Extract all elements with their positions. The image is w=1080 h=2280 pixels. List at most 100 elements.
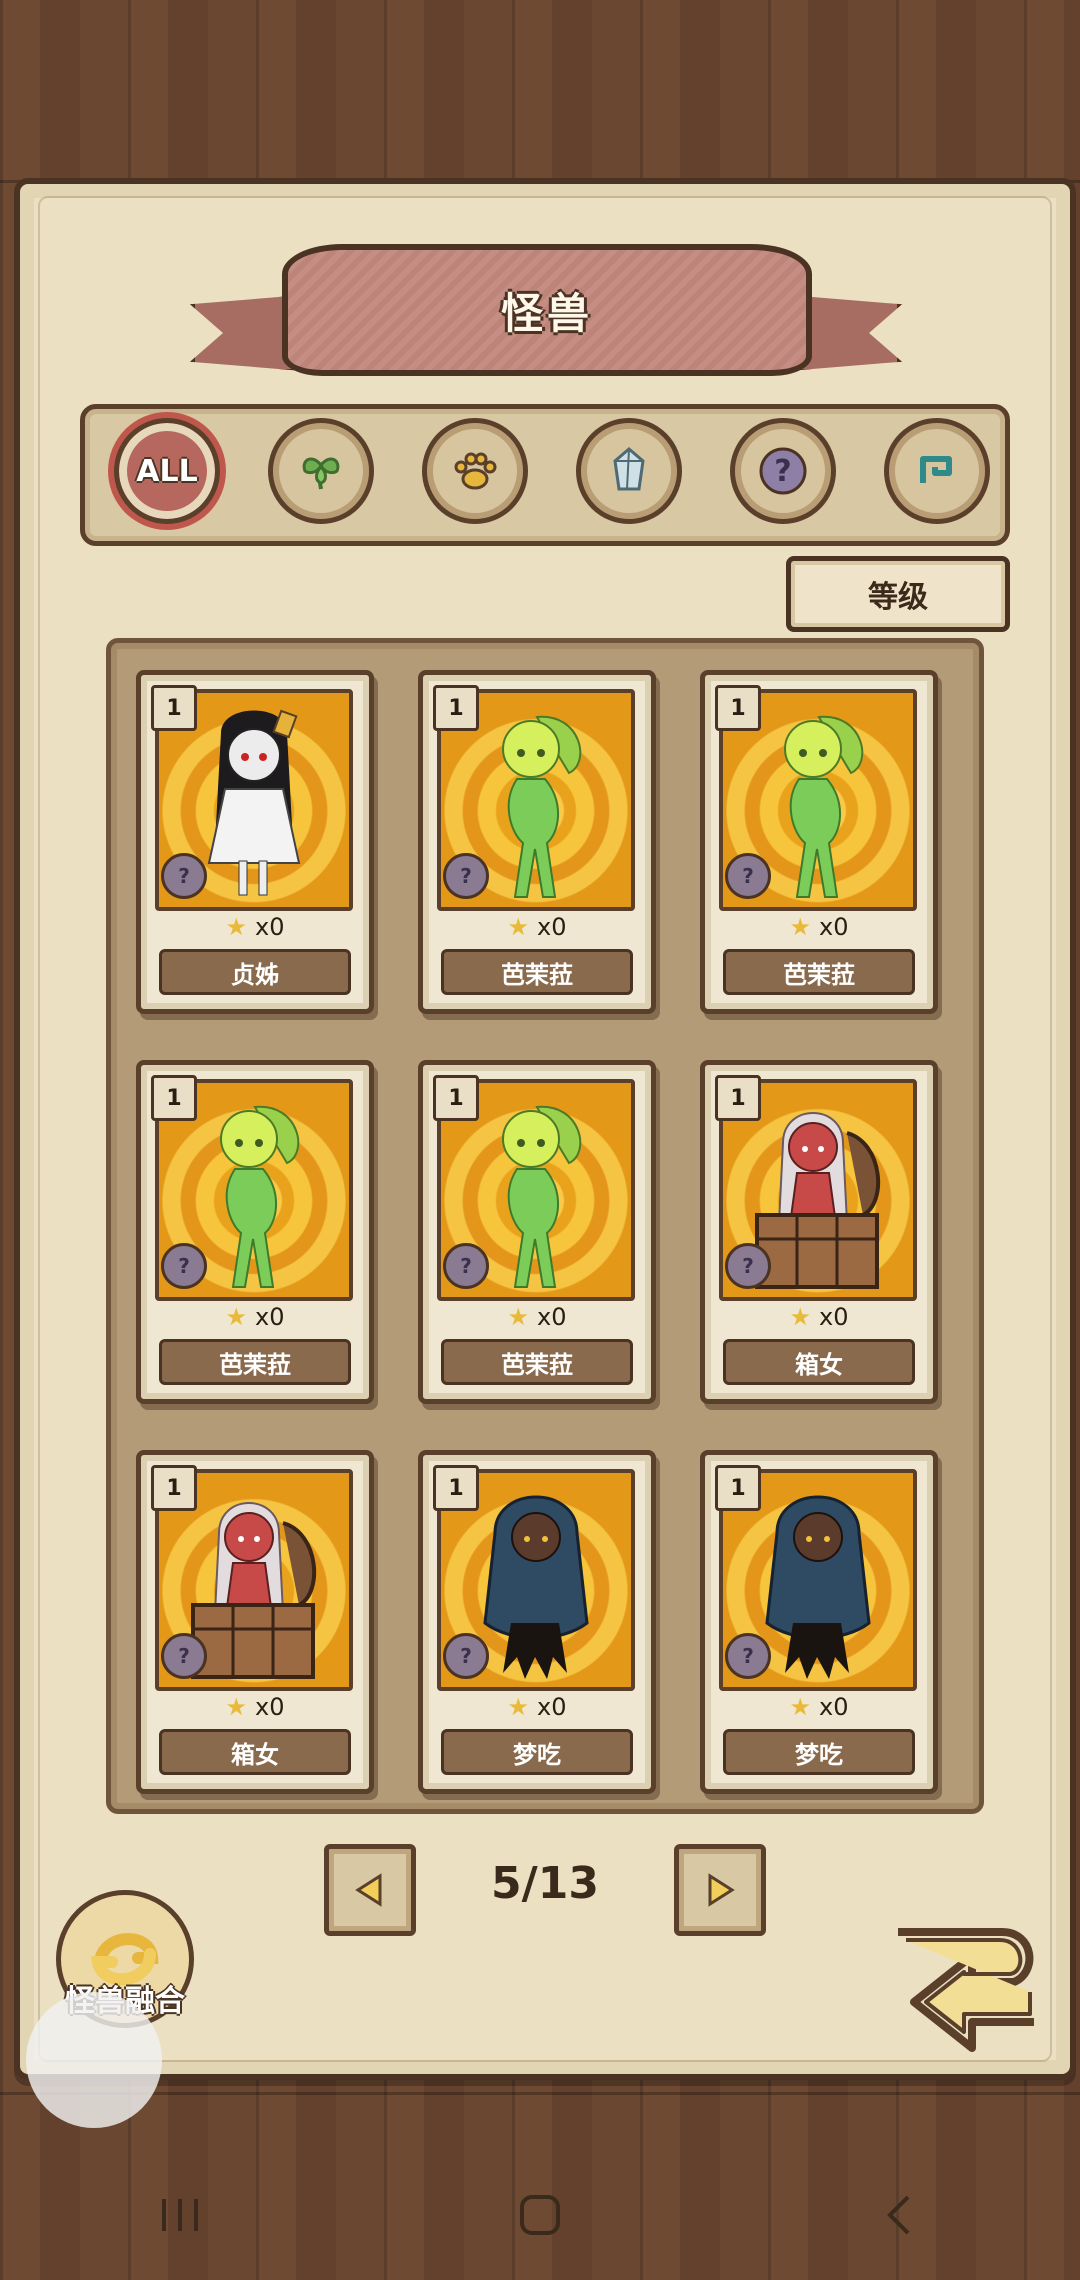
star-icon: ★: [507, 1303, 530, 1331]
star-count-value: x0: [537, 1693, 567, 1721]
filter-plant[interactable]: [268, 418, 374, 524]
back-chevron-icon: [887, 2195, 910, 2235]
filter-all[interactable]: ALL: [114, 418, 220, 524]
star-icon: ★: [225, 1303, 248, 1331]
star-count-value: x0: [537, 1303, 567, 1331]
unknown-icon: ?: [161, 1633, 207, 1679]
card-level: 1: [151, 685, 197, 731]
card-level: 1: [433, 1075, 479, 1121]
triangle-right-icon: [708, 1873, 735, 1907]
monster-name: 芭茉菈: [441, 949, 633, 995]
monster-card[interactable]: 1 ? ★ x0 芭茉菈: [136, 1060, 374, 1404]
card-level: 1: [715, 685, 761, 731]
filter-mystery[interactable]: ?: [730, 418, 836, 524]
svg-text:?: ?: [178, 1644, 190, 1668]
star-icon: ★: [789, 1303, 812, 1331]
star-count-value: x0: [255, 913, 285, 941]
unknown-icon: ?: [161, 1243, 207, 1289]
page-indicator: 5/13: [491, 1858, 599, 1909]
title-ribbon: 怪兽: [282, 244, 812, 376]
star-icon: ★: [507, 1693, 530, 1721]
card-level: 1: [715, 1075, 761, 1121]
star-icon: ★: [789, 1693, 812, 1721]
card-level: 1: [151, 1075, 197, 1121]
svg-text:?: ?: [178, 1254, 190, 1278]
star-icon: ★: [507, 913, 530, 941]
unknown-icon: ?: [443, 853, 489, 899]
monster-card[interactable]: 1 ? ★ x0 芭茉菈: [418, 1060, 656, 1404]
back-button[interactable]: [884, 1912, 1052, 2062]
plank-divider: [0, 2092, 1080, 2095]
svg-text:?: ?: [742, 1254, 754, 1278]
filter-special[interactable]: [884, 418, 990, 524]
svg-text:?: ?: [774, 454, 791, 489]
prev-page-button[interactable]: [324, 1844, 416, 1936]
star-count-value: x0: [255, 1693, 285, 1721]
svg-text:?: ?: [460, 864, 472, 888]
monster-name: 芭茉菈: [723, 949, 915, 995]
unknown-icon: ?: [725, 1633, 771, 1679]
star-count-value: x0: [819, 1303, 849, 1331]
monster-name: 贞姊: [159, 949, 351, 995]
monster-name: 芭茉菈: [441, 1339, 633, 1385]
unknown-icon: ?: [161, 853, 207, 899]
monster-card[interactable]: 1 ? ★ x0 箱女: [700, 1060, 938, 1404]
nav-back-button[interactable]: [860, 2175, 940, 2255]
crystal-icon: [613, 447, 645, 491]
filter-mineral[interactable]: [576, 418, 682, 524]
question-icon: ?: [759, 447, 807, 495]
star-icon: ★: [225, 1693, 248, 1721]
recents-icon: [162, 2199, 198, 2231]
star-icon: ★: [789, 913, 812, 941]
next-page-button[interactable]: [674, 1844, 766, 1936]
card-level: 1: [433, 1465, 479, 1511]
star-count-value: x0: [255, 1303, 285, 1331]
nav-recents-button[interactable]: [140, 2175, 220, 2255]
star-icon: ★: [225, 913, 248, 941]
page-title: 怪兽: [500, 288, 593, 338]
star-count-value: x0: [819, 1693, 849, 1721]
star-count: ★ x0: [423, 1691, 651, 1723]
card-level: 1: [433, 685, 479, 731]
star-count: ★ x0: [423, 911, 651, 943]
monster-card[interactable]: 1 ? ★ x0 梦吃: [700, 1450, 938, 1794]
star-count: ★ x0: [141, 1301, 369, 1333]
svg-text:?: ?: [460, 1644, 472, 1668]
sort-label: 等级: [868, 580, 928, 615]
swirl-icon: [920, 456, 952, 483]
sort-button[interactable]: 等级: [786, 556, 1010, 632]
unknown-icon: ?: [443, 1633, 489, 1679]
all-badge-icon: ALL: [136, 453, 198, 489]
monster-name: 箱女: [159, 1729, 351, 1775]
assistive-touch-bubble[interactable]: [26, 1992, 162, 2128]
filter-beast[interactable]: [422, 418, 528, 524]
unknown-icon: ?: [443, 1243, 489, 1289]
return-arrow-icon: [898, 1928, 1034, 2052]
monster-card[interactable]: 1 ? ★ x0 箱女: [136, 1450, 374, 1794]
unknown-icon: ?: [725, 1243, 771, 1289]
star-count: ★ x0: [141, 1691, 369, 1723]
monster-card[interactable]: 1 ? ★ x0 芭茉菈: [700, 670, 938, 1014]
monster-card[interactable]: 1 ? ★ x0 贞姊: [136, 670, 374, 1014]
svg-text:?: ?: [742, 864, 754, 888]
nav-home-button[interactable]: [500, 2175, 580, 2255]
star-count-value: x0: [537, 913, 567, 941]
star-count: ★ x0: [705, 911, 933, 943]
monster-name: 梦吃: [723, 1729, 915, 1775]
card-level: 1: [715, 1465, 761, 1511]
monster-card[interactable]: 1 ? ★ x0 芭茉菈: [418, 670, 656, 1014]
triangle-left-icon: [355, 1873, 382, 1907]
card-level: 1: [151, 1465, 197, 1511]
star-count: ★ x0: [705, 1301, 933, 1333]
svg-text:?: ?: [742, 1644, 754, 1668]
star-count: ★ x0: [423, 1301, 651, 1333]
leaf-icon: [302, 457, 340, 490]
star-count: ★ x0: [141, 911, 369, 943]
system-nav-bar: [0, 2150, 1080, 2280]
svg-text:?: ?: [460, 1254, 472, 1278]
unknown-icon: ?: [725, 853, 771, 899]
monster-name: 箱女: [723, 1339, 915, 1385]
monster-name: 梦吃: [441, 1729, 633, 1775]
svg-text:?: ?: [178, 864, 190, 888]
monster-card[interactable]: 1 ? ★ x0 梦吃: [418, 1450, 656, 1794]
